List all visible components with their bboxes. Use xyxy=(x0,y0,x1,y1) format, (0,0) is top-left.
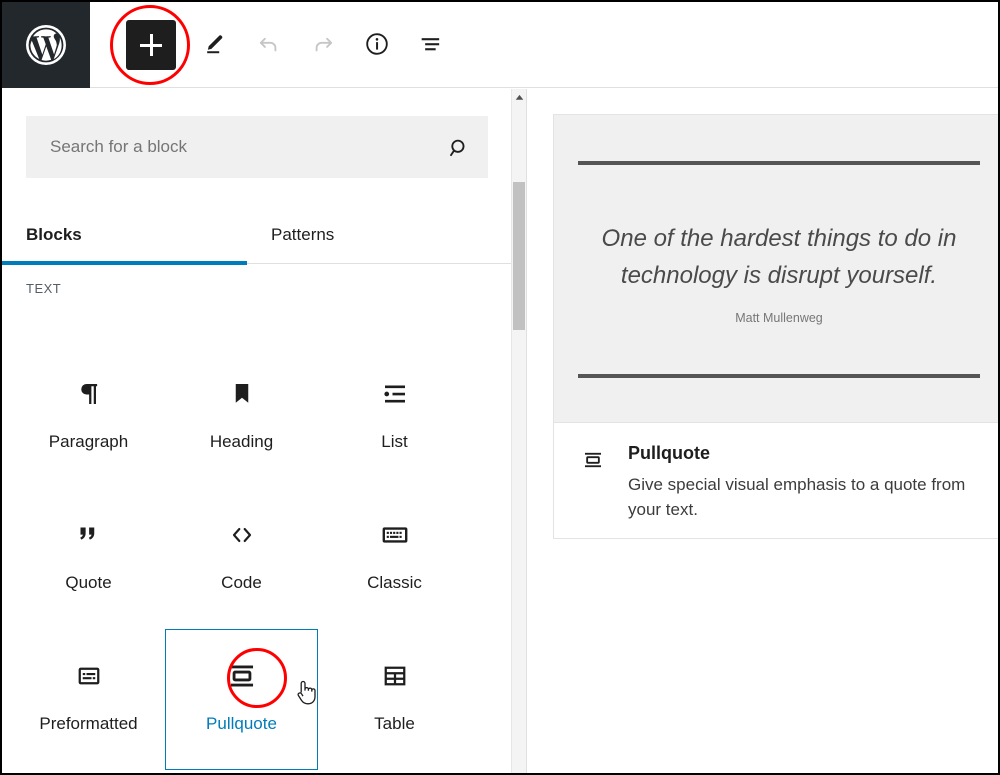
block-description-card: Pullquote Give special visual emphasis t… xyxy=(553,423,998,539)
block-preview-panel: One of the hardest things to do in techn… xyxy=(526,89,998,773)
pullquote-block-preview: One of the hardest things to do in techn… xyxy=(553,114,998,423)
block-tile-list[interactable]: List xyxy=(318,347,471,488)
block-type-grid: Paragraph Heading List Quote Code Classi… xyxy=(12,347,502,770)
wordpress-logo-button[interactable] xyxy=(2,2,90,88)
block-tile-label: Pullquote xyxy=(206,714,277,733)
block-tile-label: Table xyxy=(374,714,415,733)
block-tile-label: Paragraph xyxy=(48,432,129,451)
block-tile-paragraph[interactable]: Paragraph xyxy=(12,347,165,488)
undo-arrow-icon xyxy=(255,30,283,61)
inserter-panel-scrollbar[interactable] xyxy=(511,89,526,773)
pullquote-bottom-rule xyxy=(578,374,980,378)
code-angle-brackets-icon xyxy=(226,513,258,557)
pullquote-preview-citation: Matt Mullenweg xyxy=(735,311,823,325)
block-tile-table[interactable]: Table xyxy=(318,629,471,770)
list-view-icon xyxy=(417,30,445,61)
block-inserter-panel: Blocks Patterns TEXT Paragraph xyxy=(2,89,512,773)
list-icon xyxy=(380,372,410,416)
preformatted-icon xyxy=(74,654,104,698)
block-search-input[interactable] xyxy=(26,116,488,178)
block-tile-heading[interactable]: Heading xyxy=(165,347,318,488)
pullquote-icon xyxy=(580,443,616,538)
chevron-up-icon[interactable] xyxy=(512,89,526,105)
info-circle-icon xyxy=(363,30,391,61)
pullquote-preview-text: One of the hardest things to do in techn… xyxy=(601,225,957,289)
block-tile-label: Classic xyxy=(367,573,422,592)
block-description-title: Pullquote xyxy=(628,443,710,463)
pencil-icon xyxy=(201,30,229,61)
classic-keyboard-icon xyxy=(379,513,411,557)
block-tile-pullquote[interactable]: Pullquote xyxy=(165,629,318,770)
quote-marks-icon xyxy=(74,513,104,557)
block-tile-label: Preformatted xyxy=(39,714,138,733)
wordpress-logo-icon xyxy=(22,21,70,69)
redo-arrow-icon xyxy=(309,30,337,61)
block-editor-window: Blocks Patterns TEXT Paragraph xyxy=(0,0,1000,775)
pullquote-icon xyxy=(225,654,259,698)
block-tile-label: Heading xyxy=(209,432,274,451)
pullquote-top-rule xyxy=(578,161,980,165)
block-inserter-toggle-button[interactable] xyxy=(126,20,176,70)
block-description-body: Give special visual emphasis to a quote … xyxy=(628,475,966,519)
block-tile-quote[interactable]: Quote xyxy=(12,488,165,629)
block-search-row xyxy=(26,116,488,178)
document-details-button[interactable] xyxy=(359,27,395,63)
block-tile-preformatted[interactable]: Preformatted xyxy=(12,629,165,770)
heading-bookmark-icon xyxy=(227,372,257,416)
inserter-tabs: Blocks Patterns xyxy=(2,206,512,265)
block-description-texts: Pullquote Give special visual emphasis t… xyxy=(616,443,998,538)
scrollbar-thumb[interactable] xyxy=(513,182,525,330)
plus-icon xyxy=(140,34,162,56)
block-tile-label: List xyxy=(381,432,408,451)
undo-button[interactable] xyxy=(251,27,287,63)
tab-blocks[interactable]: Blocks xyxy=(2,206,247,265)
list-view-button[interactable] xyxy=(413,27,449,63)
editor-toolbar xyxy=(2,2,998,88)
paragraph-pilcrow-icon xyxy=(74,372,104,416)
block-category-heading: TEXT xyxy=(26,281,62,296)
table-grid-icon xyxy=(380,654,410,698)
block-tile-classic[interactable]: Classic xyxy=(318,488,471,629)
edit-mode-button[interactable] xyxy=(197,27,233,63)
block-tile-code[interactable]: Code xyxy=(165,488,318,629)
block-tile-label: Quote xyxy=(65,573,112,592)
tab-patterns[interactable]: Patterns xyxy=(247,206,492,264)
redo-button[interactable] xyxy=(305,27,341,63)
block-tile-label: Code xyxy=(221,573,262,592)
